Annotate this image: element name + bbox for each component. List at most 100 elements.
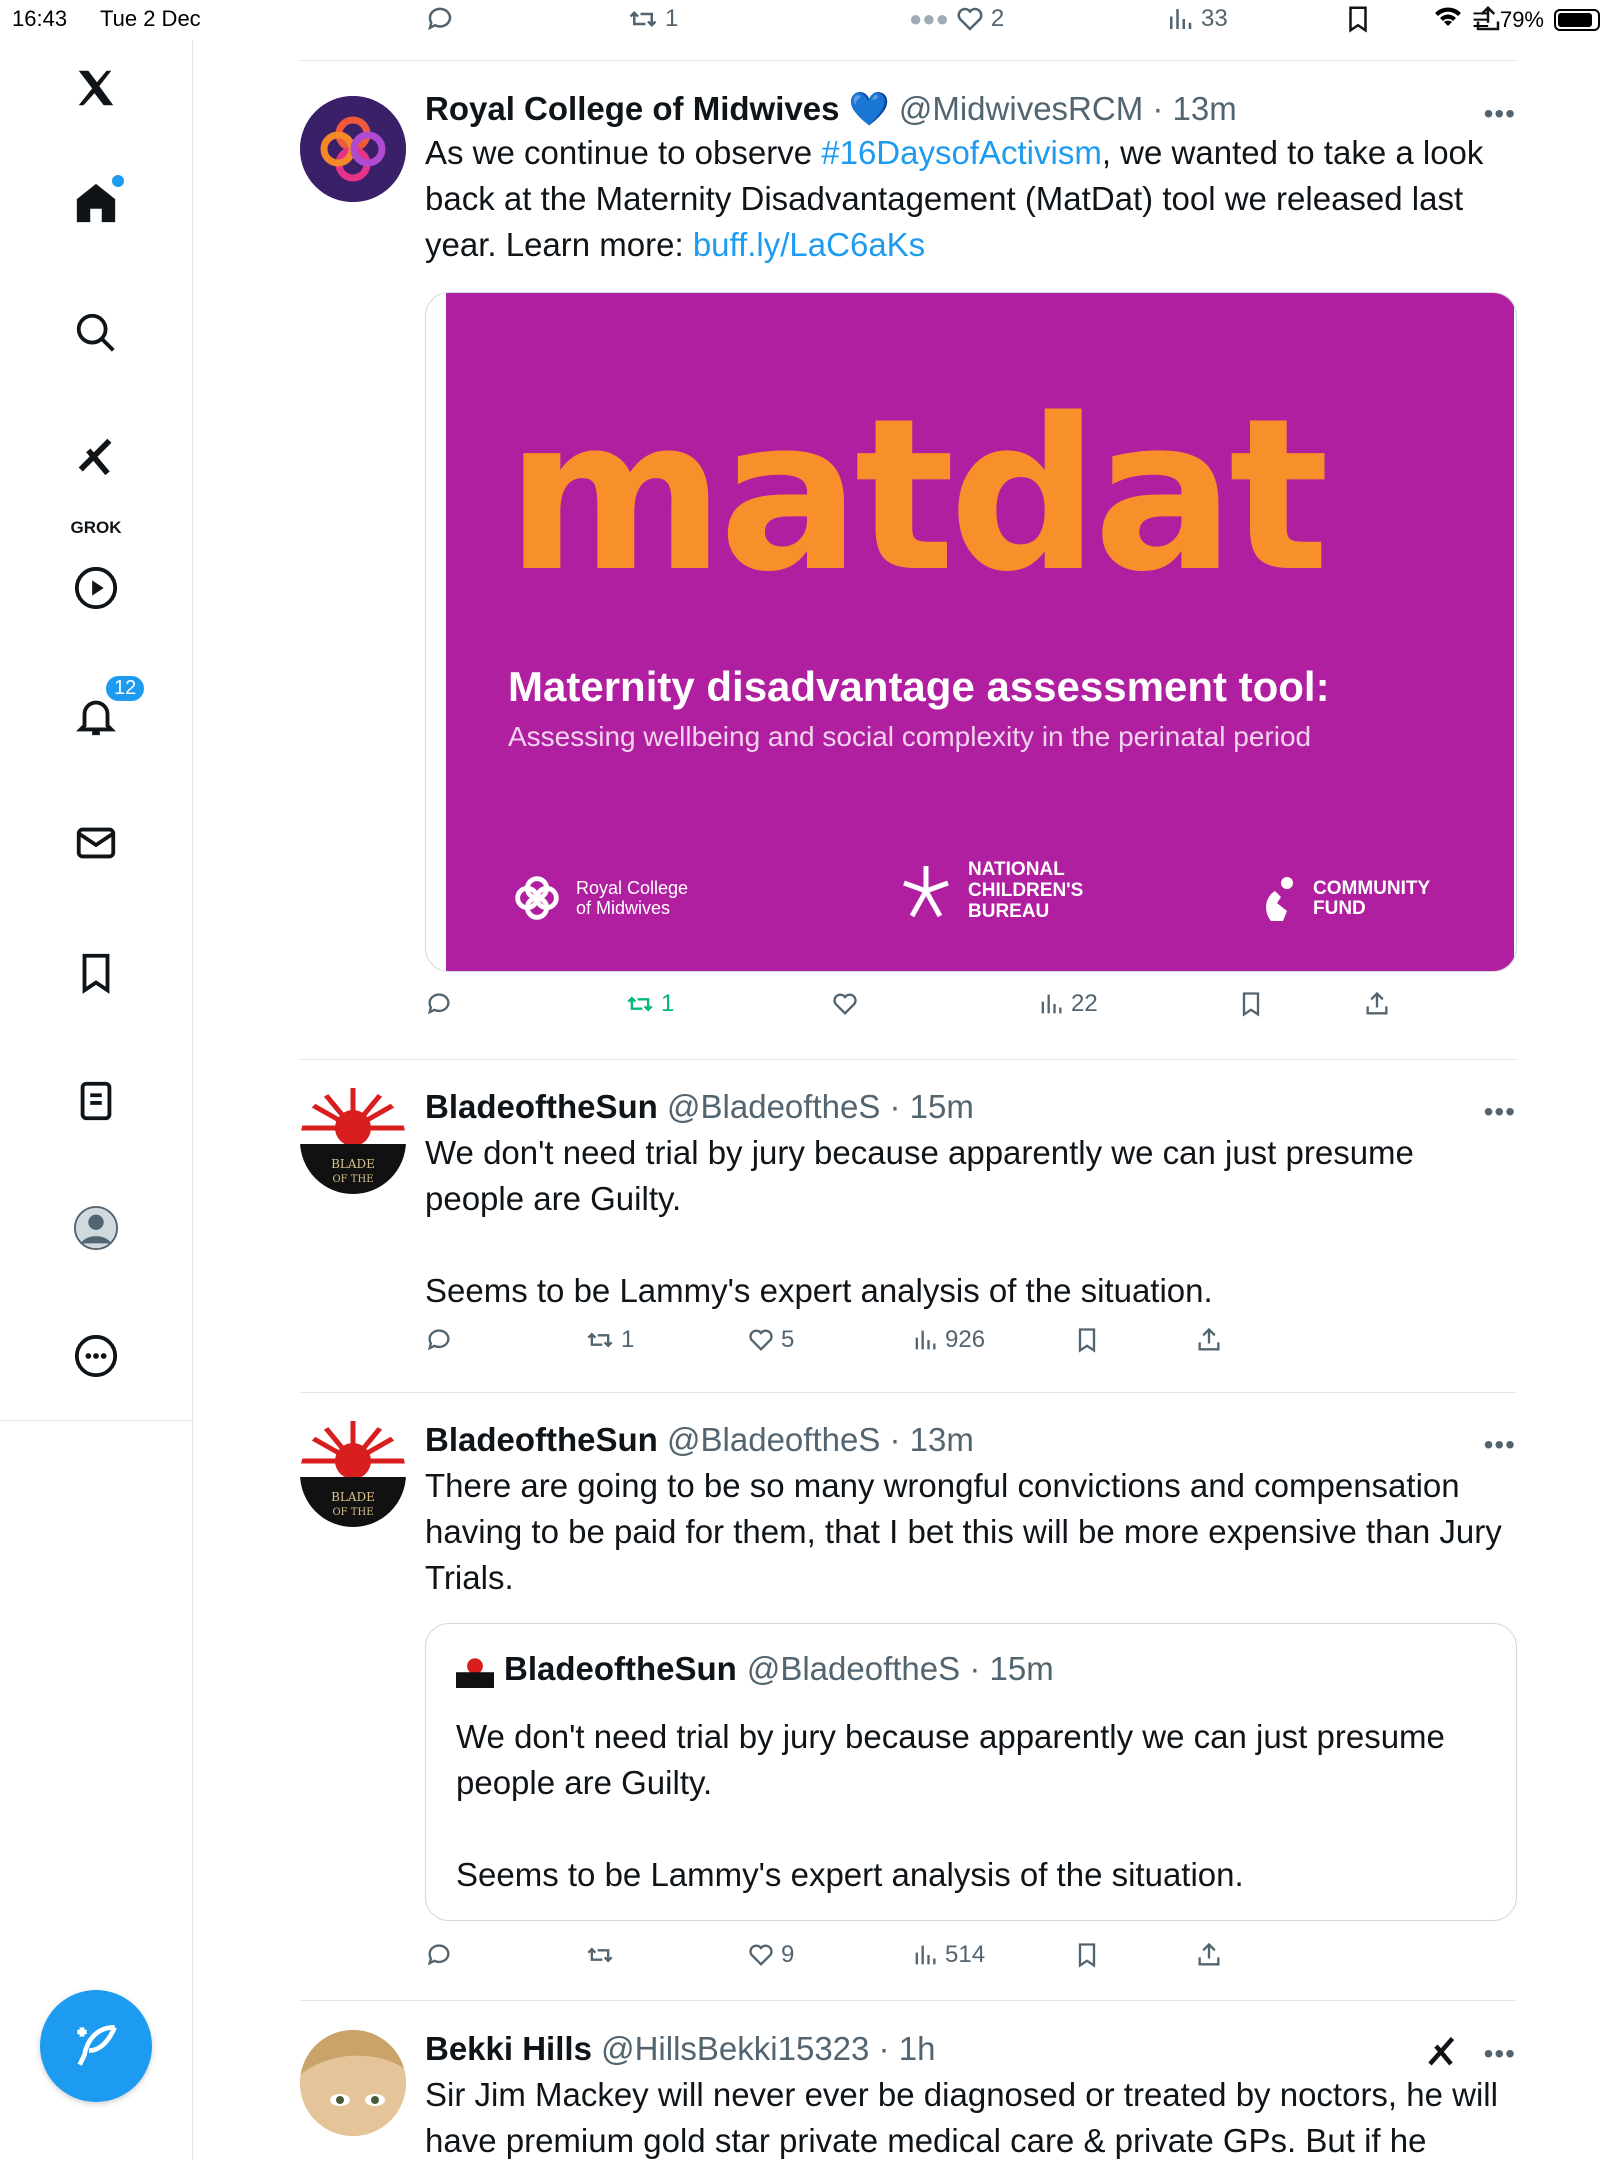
share-icon[interactable]: [1473, 4, 1503, 34]
bookmark-icon[interactable]: [1073, 1326, 1101, 1354]
post-time[interactable]: 1h: [899, 2030, 936, 2067]
avatar[interactable]: BLADE OF THE: [300, 1088, 406, 1194]
svg-text:OF THE: OF THE: [332, 1174, 373, 1185]
post-more-icon[interactable]: •••: [1484, 1096, 1516, 1128]
bookmark-icon[interactable]: [1237, 990, 1265, 1018]
post-bekki-hills[interactable]: Bekki Hills @HillsBekki15323 · 1h ••• Si…: [300, 2030, 1516, 2160]
partner-ncb-line2: CHILDREN'S: [968, 880, 1084, 901]
home-icon[interactable]: [68, 175, 124, 231]
avatar[interactable]: BLADE OF THE: [300, 1421, 406, 1527]
retweet-count: 1: [661, 990, 675, 1017]
like-button[interactable]: [831, 990, 859, 1018]
url-link[interactable]: buff.ly/LaC6aKs: [693, 226, 925, 263]
sidebar: GROK 12: [0, 40, 193, 2160]
quoted-post[interactable]: BladeoftheSun @BladeoftheS · 15m We don'…: [425, 1623, 1517, 1921]
retweet-count: 1: [665, 5, 679, 32]
divider: [300, 60, 1516, 61]
video-play-icon[interactable]: [68, 560, 124, 616]
grok-post-icon[interactable]: [1424, 2034, 1460, 2075]
author-name[interactable]: Royal College of Midwives: [425, 90, 839, 127]
author-name[interactable]: Bekki Hills: [425, 2030, 592, 2067]
person-photo-avatar-icon: [300, 2030, 406, 2136]
views-count: 926: [945, 1326, 986, 1353]
retweet-icon: [627, 996, 653, 1012]
post-time[interactable]: 15m: [910, 1088, 974, 1125]
like-button[interactable]: 9: [747, 1941, 794, 1969]
views-button[interactable]: 33: [1165, 4, 1228, 34]
views-count: 514: [945, 1941, 986, 1968]
grok-icon[interactable]: [68, 430, 124, 486]
author-handle[interactable]: @MidwivesRCM: [899, 90, 1143, 127]
post-text: There are going to be so many wrongful c…: [425, 1467, 1502, 1596]
retweet-button[interactable]: [585, 1941, 615, 1969]
retweet-button[interactable]: 1: [627, 4, 678, 34]
share-icon[interactable]: [1195, 1326, 1223, 1354]
retweet-button[interactable]: 1: [585, 1326, 634, 1354]
retweet-count: 1: [621, 1326, 635, 1353]
reply-icon[interactable]: [425, 1326, 453, 1354]
x-logo-icon[interactable]: [68, 60, 124, 116]
reply-icon[interactable]: [425, 990, 453, 1018]
author-handle[interactable]: @HillsBekki15323: [601, 2030, 869, 2067]
post-bladeofthesun-2[interactable]: BLADE OF THE BladeoftheSun @BladeoftheS …: [300, 1421, 1517, 1991]
post-text-part: As we continue to observe: [425, 134, 822, 171]
previous-post-actions: 1 ●●● 2 33: [425, 4, 1500, 40]
views-button[interactable]: 22: [1037, 990, 1098, 1018]
post-bladeofthesun-1[interactable]: BLADE OF THE BladeoftheSun @BladeoftheS …: [300, 1088, 1516, 1378]
views-chart-icon: [915, 1330, 936, 1350]
views-button[interactable]: 926: [911, 1326, 985, 1354]
rising-sun-avatar-icon: BLADE OF THE: [300, 1088, 406, 1194]
post-time[interactable]: 13m: [910, 1421, 974, 1458]
avatar[interactable]: [300, 2030, 406, 2136]
rcm-white-logo-icon: [515, 876, 559, 920]
notifications-bell-icon[interactable]: 12: [68, 674, 147, 744]
post-paragraph: We don't need trial by jury because appa…: [425, 1134, 1414, 1217]
quoted-post-time: 15m: [989, 1650, 1054, 1687]
more-options-icon[interactable]: [68, 1328, 124, 1384]
avatar[interactable]: [300, 96, 406, 202]
svg-text:BLADE: BLADE: [331, 1490, 375, 1504]
like-button[interactable]: ●●● 2: [909, 4, 1004, 34]
profile-avatar-icon[interactable]: [68, 1200, 124, 1256]
quoted-text: We don't need trial by jury because appa…: [456, 1714, 1496, 1898]
retweet-button[interactable]: 1: [625, 990, 674, 1018]
matdat-banner: matdat Maternity disadvantage assessment…: [446, 293, 1514, 971]
retweet-icon: [587, 1332, 613, 1348]
heart-icon: [749, 1329, 773, 1351]
post-time[interactable]: 13m: [1173, 90, 1237, 127]
bookmark-icon[interactable]: [1073, 1941, 1101, 1969]
post-more-icon[interactable]: •••: [1484, 1429, 1516, 1461]
author-name[interactable]: BladeoftheSun: [425, 1088, 658, 1125]
post-actions: 1 5 926: [425, 1326, 1385, 1362]
partner-rcm-label: Royal College of Midwives: [576, 878, 689, 918]
post-text: As we continue to observe #16DaysofActiv…: [425, 130, 1505, 268]
author-handle[interactable]: @BladeoftheS: [667, 1421, 880, 1458]
reply-icon[interactable]: [425, 1941, 453, 1969]
quoted-author-handle: @BladeoftheS: [746, 1650, 961, 1687]
partner-cf-line2: FUND: [1313, 898, 1366, 919]
lottery-hand-logo-icon: [1266, 877, 1293, 921]
author-name[interactable]: BladeoftheSun: [425, 1421, 658, 1458]
post-rcm[interactable]: Royal College of Midwives 💙 @MidwivesRCM…: [300, 90, 1517, 1060]
rcm-knot-logo-icon: [300, 96, 406, 202]
post-image[interactable]: matdat Maternity disadvantage assessment…: [425, 292, 1517, 972]
reply-icon[interactable]: [425, 4, 455, 34]
compose-post-button[interactable]: [40, 1990, 152, 2102]
share-icon[interactable]: [1195, 1941, 1223, 1969]
bookmark-icon[interactable]: [1343, 4, 1373, 34]
lists-icon[interactable]: [68, 1073, 124, 1129]
like-button[interactable]: 5: [747, 1326, 794, 1354]
post-more-icon[interactable]: •••: [1484, 2038, 1516, 2070]
author-handle[interactable]: @BladeoftheS: [667, 1088, 880, 1125]
views-count: 22: [1071, 990, 1098, 1017]
partner-cf-line1: COMMUNITY: [1313, 878, 1431, 899]
bookmarks-icon[interactable]: [68, 945, 124, 1001]
post-more-icon[interactable]: •••: [1484, 98, 1516, 130]
views-button[interactable]: 514: [911, 1941, 985, 1969]
like-count: 2: [990, 5, 1005, 32]
hashtag-link[interactable]: #16DaysofActivism: [821, 134, 1102, 171]
media-headline: Maternity disadvantage assessment tool:: [508, 663, 1330, 710]
messages-mail-icon[interactable]: [68, 815, 124, 871]
share-icon[interactable]: [1363, 990, 1391, 1018]
search-icon[interactable]: [68, 305, 124, 361]
